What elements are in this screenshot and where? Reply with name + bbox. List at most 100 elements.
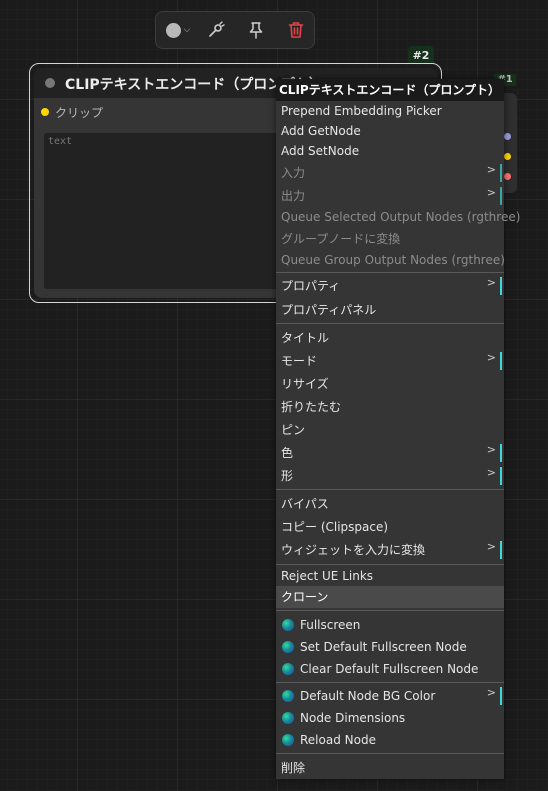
collapse-toggle[interactable] bbox=[45, 78, 55, 88]
menu-item-resize[interactable]: リサイズ bbox=[276, 373, 504, 395]
menu-item-label: Node Dimensions bbox=[300, 711, 406, 725]
input-slot-dot[interactable] bbox=[41, 108, 49, 116]
delete-button[interactable] bbox=[280, 12, 312, 48]
menu-separator bbox=[276, 753, 504, 754]
submenu-indicator bbox=[500, 687, 502, 705]
lasso-button[interactable] bbox=[200, 12, 232, 48]
menu-item-label: 折りたたむ bbox=[281, 400, 342, 414]
menu-item-properties-panel[interactable]: プロパティパネル bbox=[276, 299, 504, 321]
globe-icon bbox=[282, 641, 294, 653]
menu-item-label: バイパス bbox=[281, 497, 329, 511]
pin-button[interactable] bbox=[240, 12, 272, 48]
menu-item-label: モード bbox=[281, 354, 318, 368]
menu-item-label: リサイズ bbox=[281, 377, 329, 391]
node-id-badge: #2 bbox=[408, 46, 434, 64]
menu-item-clear-default-fullscreen-node[interactable]: Clear Default Fullscreen Node bbox=[276, 658, 504, 680]
submenu-indicator bbox=[500, 467, 502, 485]
submenu-indicator bbox=[500, 444, 502, 462]
menu-item-label: Set Default Fullscreen Node bbox=[300, 640, 467, 654]
menu-separator bbox=[276, 489, 504, 490]
menu-title: CLIPテキストエンコード（プロンプト） bbox=[276, 79, 504, 101]
menu-item-label: 削除 bbox=[281, 761, 306, 775]
menu-item-title[interactable]: タイトル bbox=[276, 327, 504, 349]
globe-icon bbox=[282, 690, 294, 702]
menu-separator bbox=[276, 323, 504, 324]
menu-item-mode[interactable]: モード > bbox=[276, 350, 504, 372]
menu-item-label: プロパティ bbox=[281, 279, 341, 293]
submenu-indicator bbox=[500, 277, 502, 295]
menu-item-label: ウィジェットを入力に変換 bbox=[281, 543, 426, 557]
menu-item-bypass[interactable]: バイパス bbox=[276, 493, 504, 515]
menu-item-label: Clear Default Fullscreen Node bbox=[300, 662, 479, 676]
menu-item-label: タイトル bbox=[281, 331, 330, 345]
menu-item-shape[interactable]: 形 > bbox=[276, 465, 504, 487]
pin-icon bbox=[249, 22, 263, 39]
globe-icon bbox=[282, 663, 294, 675]
submenu-indicator bbox=[500, 164, 502, 182]
color-circle-icon bbox=[165, 22, 181, 38]
output-slot-dot[interactable] bbox=[504, 133, 511, 140]
menu-item-convert-widget-to-input[interactable]: ウィジェットを入力に変換 > bbox=[276, 539, 504, 561]
menu-item-properties[interactable]: プロパティ > bbox=[276, 275, 504, 297]
menu-item-queue-selected-output-nodes[interactable]: Queue Selected Output Nodes (rgthree) bbox=[276, 206, 520, 228]
menu-item-label: ピン bbox=[281, 423, 306, 437]
globe-icon bbox=[282, 734, 294, 746]
menu-item-label: Default Node BG Color bbox=[300, 689, 436, 703]
menu-item-clone[interactable]: クローン bbox=[276, 586, 504, 608]
selection-toolbar: ⌵ bbox=[155, 11, 315, 49]
menu-item-outputs[interactable]: 出力 > bbox=[276, 185, 504, 207]
menu-item-add-setnode[interactable]: Add SetNode bbox=[276, 140, 504, 162]
submenu-indicator bbox=[500, 352, 502, 370]
menu-item-queue-group-output-nodes[interactable]: Queue Group Output Nodes (rgthree) bbox=[276, 249, 505, 271]
menu-item-label: 出力 bbox=[281, 189, 306, 203]
output-slot-dot[interactable] bbox=[504, 153, 511, 160]
submenu-arrow-icon: > bbox=[486, 466, 496, 479]
menu-item-label: プロパティパネル bbox=[281, 303, 377, 317]
menu-item-label: Fullscreen bbox=[300, 618, 361, 632]
menu-item-label: 色 bbox=[281, 446, 294, 460]
menu-item-fullscreen[interactable]: Fullscreen bbox=[276, 614, 504, 636]
menu-item-reject-ue-links[interactable]: Reject UE Links bbox=[276, 565, 504, 587]
menu-item-convert-to-group-node[interactable]: グループノードに変換 bbox=[276, 228, 504, 250]
chevron-down-icon: ⌵ bbox=[183, 25, 191, 35]
menu-item-label: コピー (Clipspace) bbox=[281, 520, 389, 534]
menu-item-pin[interactable]: ピン bbox=[276, 419, 504, 441]
menu-separator bbox=[276, 272, 504, 273]
menu-item-delete[interactable]: 削除 bbox=[276, 757, 504, 779]
submenu-indicator bbox=[500, 187, 502, 205]
submenu-arrow-icon: > bbox=[486, 443, 496, 456]
menu-item-label: Add GetNode bbox=[281, 124, 361, 138]
trash-icon bbox=[288, 22, 304, 38]
menu-item-label: Prepend Embedding Picker bbox=[281, 104, 442, 118]
menu-item-collapse[interactable]: 折りたたむ bbox=[276, 396, 504, 418]
submenu-arrow-icon: > bbox=[486, 540, 496, 553]
menu-item-label: Queue Group Output Nodes (rgthree) bbox=[281, 253, 505, 267]
menu-item-inputs[interactable]: 入力 > bbox=[276, 162, 504, 184]
menu-item-label: Reload Node bbox=[300, 733, 376, 747]
menu-item-label: Add SetNode bbox=[281, 144, 360, 158]
menu-item-label: Queue Selected Output Nodes (rgthree) bbox=[281, 210, 521, 224]
menu-item-label: クローン bbox=[281, 590, 329, 604]
menu-item-set-default-fullscreen-node[interactable]: Set Default Fullscreen Node bbox=[276, 636, 504, 658]
menu-item-node-dimensions[interactable]: Node Dimensions bbox=[276, 707, 504, 729]
menu-item-prepend-embedding-picker[interactable]: Prepend Embedding Picker bbox=[276, 100, 504, 122]
menu-item-reload-node[interactable]: Reload Node bbox=[276, 729, 504, 751]
menu-item-label: グループノードに変換 bbox=[281, 232, 401, 246]
submenu-arrow-icon: > bbox=[486, 351, 496, 364]
input-slot-label: クリップ bbox=[55, 106, 104, 120]
submenu-arrow-icon: > bbox=[486, 163, 496, 176]
context-menu: CLIPテキストエンコード（プロンプト） Prepend Embedding P… bbox=[276, 79, 520, 779]
globe-icon bbox=[282, 712, 294, 724]
menu-item-add-getnode[interactable]: Add GetNode bbox=[276, 120, 504, 142]
menu-item-label: 形 bbox=[281, 469, 294, 483]
globe-icon bbox=[282, 619, 294, 631]
submenu-arrow-icon: > bbox=[486, 686, 496, 699]
menu-separator bbox=[276, 610, 504, 611]
output-slot-dot[interactable] bbox=[504, 173, 511, 180]
menu-item-default-node-bg-color[interactable]: Default Node BG Color > bbox=[276, 685, 504, 707]
menu-item-color[interactable]: 色 > bbox=[276, 442, 504, 464]
menu-item-copy-clipspace[interactable]: コピー (Clipspace) bbox=[276, 516, 504, 538]
lasso-icon bbox=[209, 21, 225, 37]
submenu-indicator bbox=[500, 541, 502, 559]
color-picker-button[interactable]: ⌵ bbox=[160, 12, 196, 48]
